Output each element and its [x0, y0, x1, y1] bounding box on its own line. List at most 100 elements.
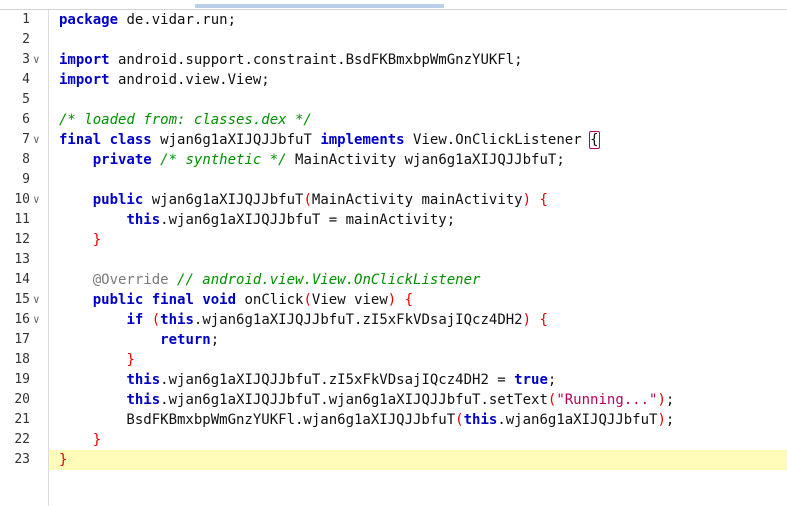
code-line[interactable]: import android.support.constraint.BsdFKB…	[49, 50, 787, 70]
code-line[interactable]: package de.vidar.run;	[49, 10, 787, 30]
code-line[interactable]: this.wjan6g1aXIJQJJbfuT = mainActivity;	[49, 210, 787, 230]
line-number: 2	[22, 32, 30, 47]
code-line[interactable]: this.wjan6g1aXIJQJJbfuT.wjan6g1aXIJQJJbf…	[49, 390, 787, 410]
code-token: "Running..."	[556, 392, 658, 408]
code-token: ;	[665, 412, 675, 428]
code-token: .wjan6g1aXIJQJJbfuT.wjan6g1aXIJQJJbfuT.s…	[160, 392, 548, 408]
code-line[interactable]: import android.view.View;	[49, 70, 787, 90]
code-token: )	[522, 192, 532, 208]
code-token: {	[539, 312, 548, 328]
code-token: (	[455, 412, 464, 428]
code-token: // android.view.View.OnClickListener	[177, 272, 481, 288]
current-code-line[interactable]: }	[49, 450, 787, 470]
code-line[interactable]: public wjan6g1aXIJQJJbfuT(MainActivity m…	[49, 190, 787, 210]
code-line[interactable]: BsdFKBmxbpWmGnzYUKFl.wjan6g1aXIJQJJbfuT(…	[49, 410, 787, 430]
line-number: 12	[14, 232, 30, 247]
fold-chevron-icon[interactable]: ∨	[33, 310, 40, 330]
line-number: 22	[14, 432, 30, 447]
code-line[interactable]: @Override // android.view.View.OnClickLi…	[49, 270, 787, 290]
gutter-line: 5	[0, 90, 48, 110]
code-line[interactable]: }	[49, 350, 787, 370]
line-number: 18	[14, 352, 30, 367]
fold-chevron-icon[interactable]: ∨	[33, 130, 40, 150]
code-token: final	[151, 292, 194, 308]
gutter-line: 10 ∨	[0, 190, 48, 210]
gutter-line: 20	[0, 390, 48, 410]
code-token: public	[92, 192, 144, 208]
code-token: (	[303, 192, 312, 208]
code-token: ;	[665, 392, 675, 408]
code-token: View view	[311, 292, 388, 308]
code-token: /* loaded from: classes.dex */	[59, 112, 312, 128]
code-token: final	[59, 132, 102, 148]
code-token: (	[303, 292, 312, 308]
line-number-gutter: 1 2 3 ∨ 4 5 6 7 ∨ 8 9 10 ∨ 11 12 13 14 15 ∨ 16 ∨ 17 18 19 20 21 22…	[0, 10, 49, 506]
fold-chevron-icon[interactable]: ∨	[33, 290, 40, 310]
line-number: 19	[14, 372, 30, 387]
code-token: }	[59, 452, 68, 468]
code-line[interactable]	[49, 170, 787, 190]
code-line[interactable]: /* loaded from: classes.dex */	[49, 110, 787, 130]
code-token: this	[126, 372, 161, 388]
code-line[interactable]: private /* synthetic */ MainActivity wja…	[49, 150, 787, 170]
code-token: android.support.constraint.BsdFKBmxbpWmG…	[109, 52, 523, 68]
horizontal-scrollbar[interactable]	[0, 0, 787, 10]
code-token: .wjan6g1aXIJQJJbfuT	[497, 412, 658, 428]
code-token: void	[202, 292, 237, 308]
gutter-line: 17	[0, 330, 48, 350]
line-number: 23	[14, 452, 30, 467]
code-token: )	[657, 392, 666, 408]
code-line[interactable]: return;	[49, 330, 787, 350]
code-token: implements	[320, 132, 405, 148]
code-text-area[interactable]: package de.vidar.run; import android.supp…	[49, 10, 787, 506]
line-number: 10	[14, 192, 30, 207]
fold-chevron-icon[interactable]: ∨	[33, 50, 40, 70]
gutter-line: 22	[0, 430, 48, 450]
line-number: 14	[14, 272, 30, 287]
code-token: (	[151, 312, 161, 328]
line-number: 1	[22, 12, 30, 27]
code-token: .wjan6g1aXIJQJJbfuT.zI5xFkVDsajIQcz4DH2	[193, 312, 523, 328]
code-token: ;	[547, 372, 557, 388]
scrollbar-thumb[interactable]	[195, 4, 444, 8]
gutter-line: 3 ∨	[0, 50, 48, 70]
gutter-line: 11	[0, 210, 48, 230]
code-token: View.OnClickListener	[404, 132, 591, 148]
code-token: this	[126, 392, 161, 408]
code-line[interactable]	[49, 30, 787, 50]
code-token: )	[657, 412, 666, 428]
code-token: {	[539, 192, 548, 208]
code-token: /* synthetic */	[160, 152, 287, 168]
code-line[interactable]: if (this.wjan6g1aXIJQJJbfuT.zI5xFkVDsajI…	[49, 310, 787, 330]
gutter-line: 8	[0, 150, 48, 170]
code-line[interactable]	[49, 250, 787, 270]
code-token: de.vidar.run;	[118, 12, 237, 28]
code-token: import	[59, 52, 110, 68]
code-token: }	[92, 232, 102, 248]
fold-chevron-icon[interactable]: ∨	[33, 190, 40, 210]
code-line[interactable]	[49, 90, 787, 110]
code-line[interactable]: final class wjan6g1aXIJQJJbfuT implement…	[49, 130, 787, 150]
gutter-line: 21	[0, 410, 48, 430]
code-token: private	[92, 152, 152, 168]
code-token: if	[126, 312, 144, 328]
code-line[interactable]: this.wjan6g1aXIJQJJbfuT.zI5xFkVDsajIQcz4…	[49, 370, 787, 390]
line-number: 5	[22, 92, 30, 107]
gutter-line: 1	[0, 10, 48, 30]
line-number: 17	[14, 332, 30, 347]
code-line[interactable]: }	[49, 430, 787, 450]
code-line[interactable]: public final void onClick(View view) {	[49, 290, 787, 310]
gutter-line: 7 ∨	[0, 130, 48, 150]
code-editor[interactable]: 1 2 3 ∨ 4 5 6 7 ∨ 8 9 10 ∨ 11 12 13 14 15 ∨ 16 ∨ 17 18 19 20 21 22…	[0, 0, 787, 506]
matched-brace: {	[589, 131, 600, 149]
gutter-line: 16 ∨	[0, 310, 48, 330]
line-number: 15	[14, 292, 30, 307]
code-line[interactable]: }	[49, 230, 787, 250]
code-token: }	[92, 432, 102, 448]
